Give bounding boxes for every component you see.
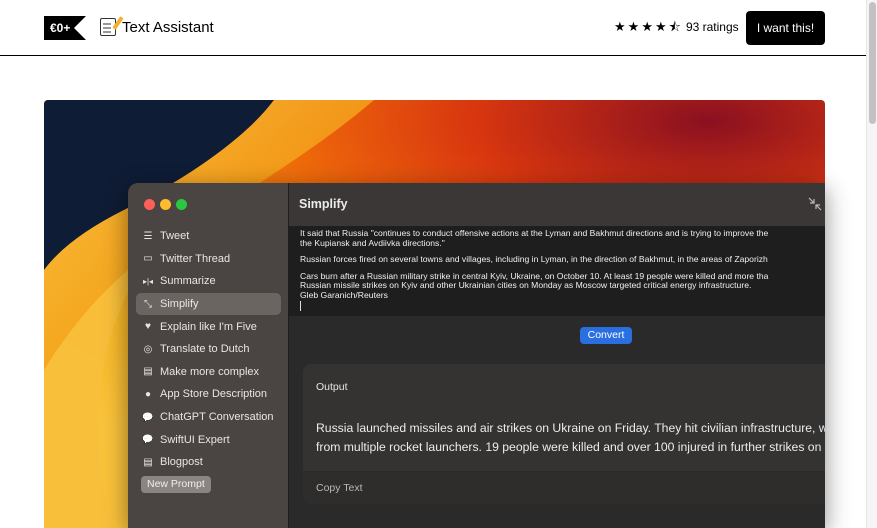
scrollbar-thumb[interactable]: [869, 2, 876, 124]
sidebar-item-label: App Store Description: [160, 388, 267, 401]
price-tag-notch: [74, 16, 87, 40]
half-star-icon: ⯪: [668, 19, 681, 34]
output-line: from multiple rocket launchers. 19 peopl…: [316, 440, 825, 454]
document-icon: ▤: [143, 456, 153, 468]
output-label: Output: [316, 381, 348, 393]
sidebar-item-blogpost[interactable]: ▤ Blogpost: [136, 451, 281, 474]
ratings-count: 93 ratings: [685, 20, 739, 34]
prompt-list: ☰ Tweet ▭ Twitter Thread ▸|◂ Summarize ⤡…: [136, 225, 281, 474]
sidebar-item-twitter-thread[interactable]: ▭ Twitter Thread: [136, 248, 281, 271]
zoom-window-button[interactable]: [176, 199, 187, 210]
product-title: Text Assistant: [100, 18, 214, 36]
sidebar-item-label: Twitter Thread: [160, 252, 231, 265]
minimize-window-button[interactable]: [160, 199, 171, 210]
input-text-editor[interactable]: It said that Russia "continues to conduc…: [289, 227, 825, 316]
sidebar-item-label: Summarize: [160, 275, 216, 288]
price-tag: €0+: [44, 16, 87, 40]
memo-icon: [100, 18, 116, 36]
star-icon: ★: [641, 19, 653, 34]
output-text[interactable]: Russia launched missiles and air strikes…: [316, 419, 825, 457]
globe-icon: ◎: [143, 343, 153, 355]
sidebar-item-translate-to-dutch[interactable]: ◎ Translate to Dutch: [136, 338, 281, 361]
list-icon: ☰: [143, 230, 153, 242]
output-footer: Copy Text: [303, 471, 825, 504]
summarize-icon: ▸|◂: [142, 276, 154, 286]
new-prompt-button[interactable]: New Prompt: [141, 476, 211, 493]
sidebar-item-label: Translate to Dutch: [160, 343, 250, 356]
sidebar-item-simplify[interactable]: ⤡ Simplify: [136, 292, 281, 316]
page-scrollbar[interactable]: [866, 0, 877, 528]
editor-line: the Kupiansk and Avdiivka directions.": [300, 237, 445, 248]
sidebar-item-app-store-description[interactable]: ● App Store Description: [136, 383, 281, 406]
main-pane: Simplify It said that Russia "continues …: [289, 183, 825, 528]
sidebar-item-summarize[interactable]: ▸|◂ Summarize: [136, 270, 281, 293]
product-header: €0+ Text Assistant ★ ★ ★ ★ ⯪ 93 ratings …: [0, 0, 866, 56]
price-label: €0+: [44, 16, 75, 40]
star-icon: ★: [614, 19, 626, 34]
laptop-icon: ▭: [143, 253, 153, 265]
close-window-button[interactable]: [144, 199, 155, 210]
sidebar-item-label: Blogpost: [160, 456, 203, 469]
copy-text-button[interactable]: Copy Text: [316, 482, 363, 494]
chat-bubble-icon: 💬: [142, 411, 154, 422]
editor-line: Russian forces fired on several towns an…: [300, 254, 768, 265]
sidebar-item-explain-like-im-five[interactable]: ♥ Explain like I'm Five: [136, 315, 281, 338]
sidebar-item-tweet[interactable]: ☰ Tweet: [136, 225, 281, 248]
text-caret: [300, 300, 301, 311]
convert-button[interactable]: Convert: [580, 327, 632, 344]
buy-button[interactable]: I want this!: [746, 11, 825, 45]
shrink-arrows-icon[interactable]: [807, 196, 823, 212]
window-title: Simplify: [299, 197, 348, 211]
prompt-sidebar: ☰ Tweet ▭ Twitter Thread ▸|◂ Summarize ⤡…: [128, 183, 289, 528]
heart-icon: ♥: [145, 321, 151, 333]
sidebar-item-make-more-complex[interactable]: ▤ Make more complex: [136, 361, 281, 384]
sidebar-item-label: Make more complex: [160, 365, 260, 378]
chat-bubble-icon: 💬: [142, 434, 154, 445]
output-line: Russia launched missiles and air strikes…: [316, 421, 825, 435]
star-icon: ★: [654, 19, 667, 34]
sidebar-item-chatgpt-conversation[interactable]: 💬 ChatGPT Conversation: [136, 406, 281, 429]
sidebar-item-label: SwiftUI Expert: [160, 433, 230, 446]
circle-icon: ●: [144, 388, 152, 400]
star-icon: ★: [627, 19, 640, 34]
output-card: Output Russia launched missiles and air …: [303, 364, 825, 504]
app-window: ☰ Tweet ▭ Twitter Thread ▸|◂ Summarize ⤡…: [128, 183, 825, 528]
product-name: Text Assistant: [122, 18, 214, 36]
sidebar-item-label: Simplify: [160, 298, 199, 311]
sidebar-item-label: Tweet: [160, 230, 190, 243]
rating[interactable]: ★ ★ ★ ★ ⯪ 93 ratings: [614, 19, 739, 35]
sidebar-item-label: Explain like I'm Five: [160, 320, 257, 333]
document-icon: ▤: [143, 366, 153, 378]
sidebar-item-swiftui-expert[interactable]: 💬 SwiftUI Expert: [136, 428, 281, 451]
product-page: €0+ Text Assistant ★ ★ ★ ★ ⯪ 93 ratings …: [0, 0, 877, 528]
window-titlebar: Simplify: [289, 183, 825, 227]
editor-line: Gleb Garanich/Reuters: [300, 289, 388, 300]
shrink-arrows-icon: ⤡: [144, 298, 152, 310]
sidebar-item-label: ChatGPT Conversation: [160, 411, 274, 424]
